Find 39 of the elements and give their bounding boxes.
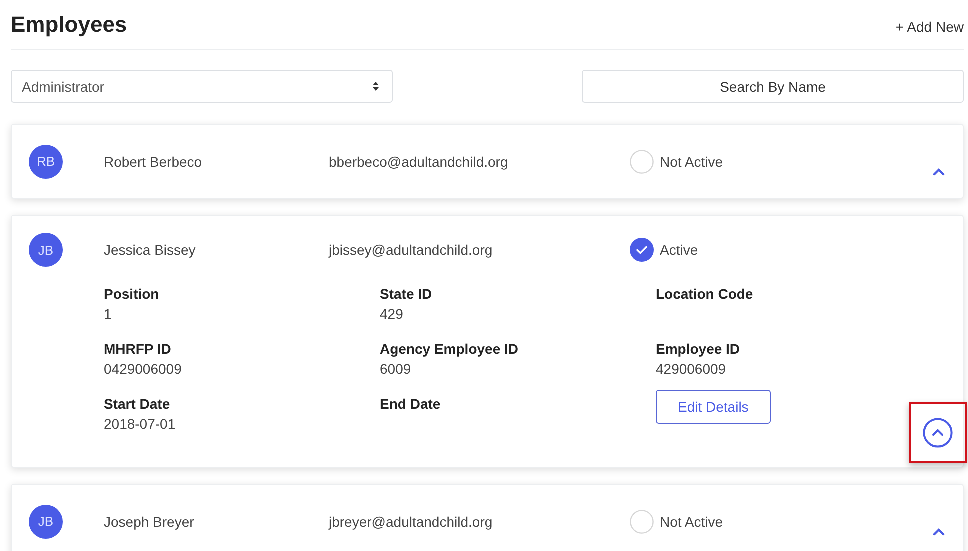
role-select[interactable]: Administrator bbox=[11, 70, 393, 103]
detail-label: Agency Employee ID bbox=[380, 340, 520, 359]
detail-value: 429 bbox=[380, 305, 404, 324]
employee-name: Joseph Breyer bbox=[104, 514, 196, 530]
chevron-up-icon bbox=[933, 528, 945, 536]
detail-label: State ID bbox=[380, 285, 434, 304]
edit-details-button[interactable]: Edit Details bbox=[656, 390, 771, 424]
collapse-button[interactable] bbox=[933, 168, 945, 176]
detail-value: 429006009 bbox=[656, 360, 728, 379]
sort-arrows-icon bbox=[372, 81, 380, 92]
employee-name: Robert Berbeco bbox=[104, 154, 204, 170]
employee-email: bberbeco@adultandchild.org bbox=[329, 154, 510, 170]
collapse-button[interactable] bbox=[923, 418, 953, 448]
search-field[interactable]: Search By Name bbox=[582, 70, 964, 103]
status-label: Not Active bbox=[660, 514, 724, 530]
employee-email: jbissey@adultandchild.org bbox=[329, 242, 494, 258]
chevron-up-icon bbox=[933, 168, 945, 176]
detail-value: 2018-07-01 bbox=[104, 415, 177, 434]
avatar: RB bbox=[29, 144, 63, 178]
status-label: Active bbox=[660, 242, 698, 258]
add-new-link[interactable]: + Add New bbox=[896, 18, 964, 34]
detail-value: 1 bbox=[104, 305, 113, 324]
detail-label: Location Code bbox=[656, 285, 754, 304]
page-title: Employees bbox=[11, 12, 128, 38]
detail-label: Employee ID bbox=[656, 340, 742, 359]
avatar: JB bbox=[29, 233, 63, 267]
check-circle-icon[interactable] bbox=[630, 238, 654, 262]
employee-email: jbreyer@adultandchild.org bbox=[329, 514, 494, 530]
detail-label: End Date bbox=[380, 395, 442, 414]
avatar: JB bbox=[29, 504, 63, 538]
status-label: Not Active bbox=[660, 154, 724, 170]
employee-name: Jessica Bissey bbox=[104, 242, 197, 258]
detail-label: Start Date bbox=[104, 395, 172, 414]
detail-label: Position bbox=[104, 285, 160, 304]
detail-value: 6009 bbox=[380, 360, 412, 379]
detail-value: 0429006009 bbox=[104, 360, 183, 379]
chevron-circle-up-icon bbox=[923, 418, 953, 448]
collapse-button[interactable] bbox=[933, 528, 945, 536]
detail-label: MHRFP ID bbox=[104, 340, 172, 359]
